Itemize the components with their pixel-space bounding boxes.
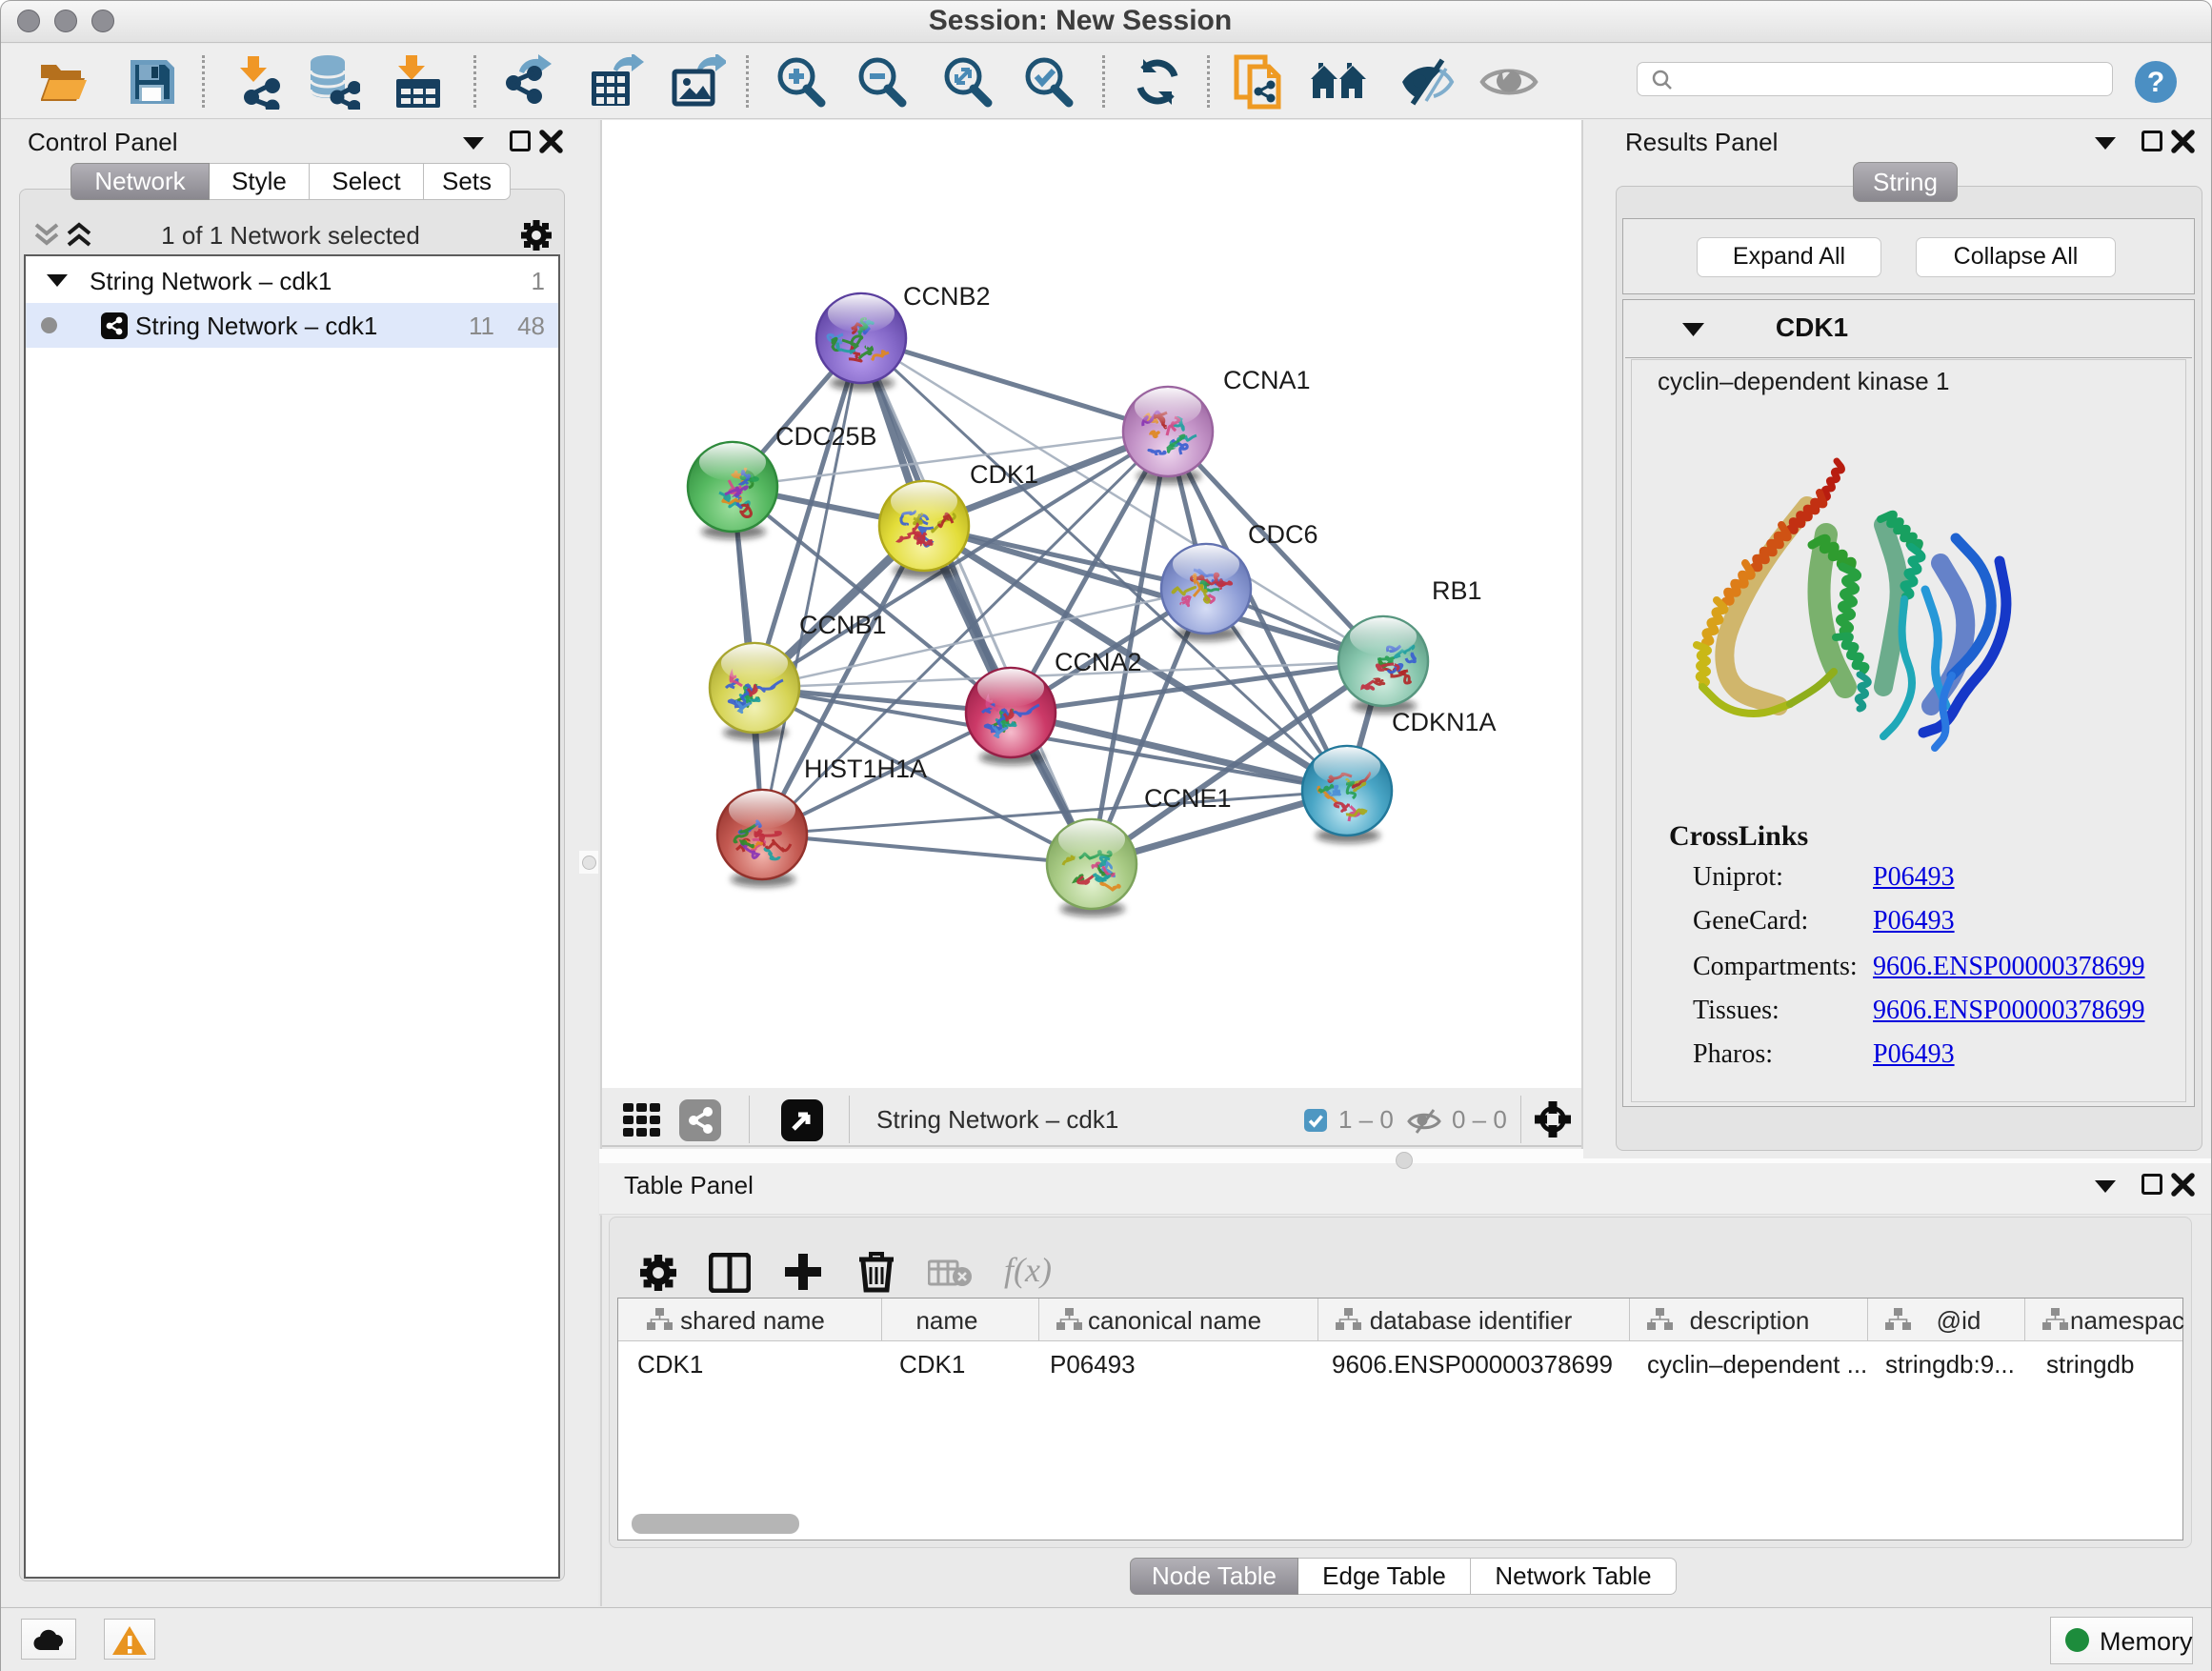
- svg-text:CCNE1: CCNE1: [1144, 784, 1232, 813]
- svg-text:CCNA2: CCNA2: [1055, 648, 1142, 676]
- svg-text:HIST1H1A: HIST1H1A: [804, 755, 927, 783]
- svg-text:CCNB1: CCNB1: [799, 611, 887, 639]
- svg-text:CCNA1: CCNA1: [1223, 366, 1311, 394]
- svg-text:CDK1: CDK1: [970, 460, 1038, 489]
- svg-text:CCNB2: CCNB2: [903, 282, 991, 311]
- svg-text:?: ?: [2147, 67, 2164, 98]
- svg-text:CDKN1A: CDKN1A: [1392, 708, 1497, 736]
- svg-text:CDC25B: CDC25B: [775, 422, 877, 451]
- svg-text:CDC6: CDC6: [1248, 520, 1318, 549]
- svg-text:RB1: RB1: [1432, 576, 1482, 605]
